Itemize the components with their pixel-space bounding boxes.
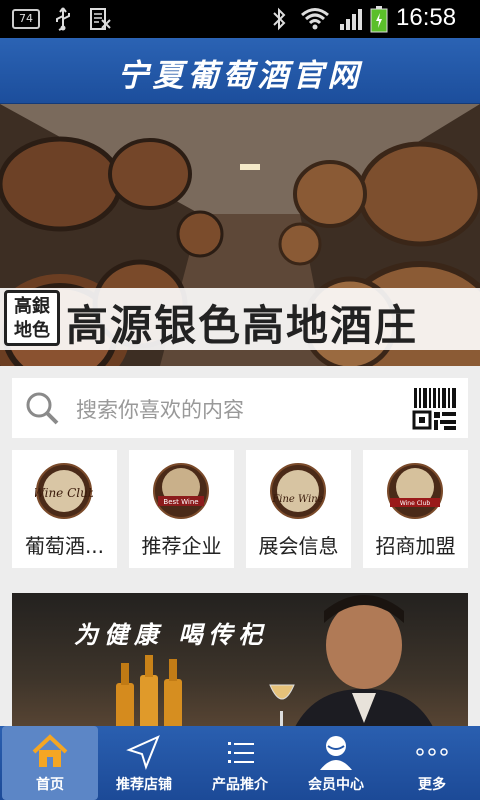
wine-club-badge-icon: Wine Club bbox=[387, 463, 443, 519]
category-tile-exhibition[interactable]: Fine Wine 展会信息 bbox=[246, 450, 351, 568]
navigation-arrow-icon bbox=[126, 735, 160, 771]
nav-item-home[interactable]: 首页 bbox=[2, 726, 98, 800]
nav-label: 会员中心 bbox=[308, 777, 364, 793]
qr-scan-icon[interactable] bbox=[412, 386, 458, 432]
nav-item-member[interactable]: 会员中心 bbox=[288, 726, 384, 800]
notification-badge: 74 bbox=[12, 9, 40, 29]
page-title: 宁夏葡萄酒官网 bbox=[117, 58, 363, 94]
promo-image bbox=[116, 595, 436, 733]
category-label: 招商加盟 bbox=[375, 534, 456, 558]
seal-text-line2: 地色 bbox=[14, 320, 50, 341]
banner-caption: 高源银色高地酒庄 bbox=[66, 301, 419, 350]
winery-seal-logo: 高銀 地色 bbox=[4, 290, 60, 346]
list-icon bbox=[228, 742, 254, 763]
nav-item-more[interactable]: 更多 bbox=[384, 726, 480, 800]
search-icon[interactable] bbox=[24, 390, 60, 426]
category-label: 葡萄酒... bbox=[24, 534, 105, 558]
bluetooth-icon bbox=[273, 7, 286, 31]
search-input[interactable]: 搜索你喜欢的内容 bbox=[76, 394, 244, 424]
nav-label: 首页 bbox=[36, 777, 64, 793]
more-dots-icon bbox=[416, 748, 448, 756]
best-wine-logo-icon: Best Wine bbox=[153, 463, 209, 519]
status-bar: 74 16:58 bbox=[0, 0, 480, 38]
category-tile-recommended[interactable]: Best Wine 推荐企业 bbox=[129, 450, 234, 568]
nav-label: 推荐店铺 bbox=[116, 777, 172, 793]
home-icon bbox=[32, 734, 68, 767]
search-bar[interactable]: 搜索你喜欢的内容 bbox=[12, 378, 468, 438]
banner-carousel[interactable]: 高銀 地色 高源银色高地酒庄 bbox=[0, 104, 480, 366]
nav-item-products[interactable]: 产品推介 bbox=[192, 726, 288, 800]
wifi-icon bbox=[301, 8, 329, 30]
promo-slogan: 为健康 喝传杞 bbox=[74, 620, 269, 649]
document-icon bbox=[90, 8, 111, 30]
nav-label: 产品推介 bbox=[212, 777, 268, 793]
signal-icon bbox=[340, 9, 362, 30]
status-time: 16:58 bbox=[396, 4, 457, 31]
logo-text: Wine Club bbox=[400, 500, 431, 507]
category-tile-franchise[interactable]: Wine Club 招商加盟 bbox=[363, 450, 468, 568]
promo-banner[interactable]: 为健康 喝传杞 bbox=[12, 593, 468, 733]
header: 宁夏葡萄酒官网 bbox=[0, 38, 480, 104]
category-label: 推荐企业 bbox=[141, 534, 222, 558]
user-icon bbox=[320, 736, 352, 770]
logo-text: Fine Wine bbox=[271, 494, 323, 505]
wine-club-logo-icon: Wine Club bbox=[35, 463, 93, 519]
battery-icon bbox=[370, 6, 388, 33]
fine-wine-logo-icon: Fine Wine bbox=[270, 463, 326, 519]
usb-icon bbox=[56, 7, 70, 31]
logo-text: Wine Club bbox=[35, 486, 93, 500]
logo-text: Best Wine bbox=[163, 498, 198, 506]
nav-item-stores[interactable]: 推荐店铺 bbox=[96, 726, 192, 800]
category-tile-wine[interactable]: Wine Club 葡萄酒... bbox=[12, 450, 117, 568]
bottom-nav: 首页 推荐店铺 产品推介 会员中心 更多 bbox=[0, 726, 480, 800]
seal-text-line1: 高銀 bbox=[14, 296, 50, 317]
nav-label: 更多 bbox=[418, 777, 446, 793]
category-label: 展会信息 bbox=[258, 534, 339, 558]
